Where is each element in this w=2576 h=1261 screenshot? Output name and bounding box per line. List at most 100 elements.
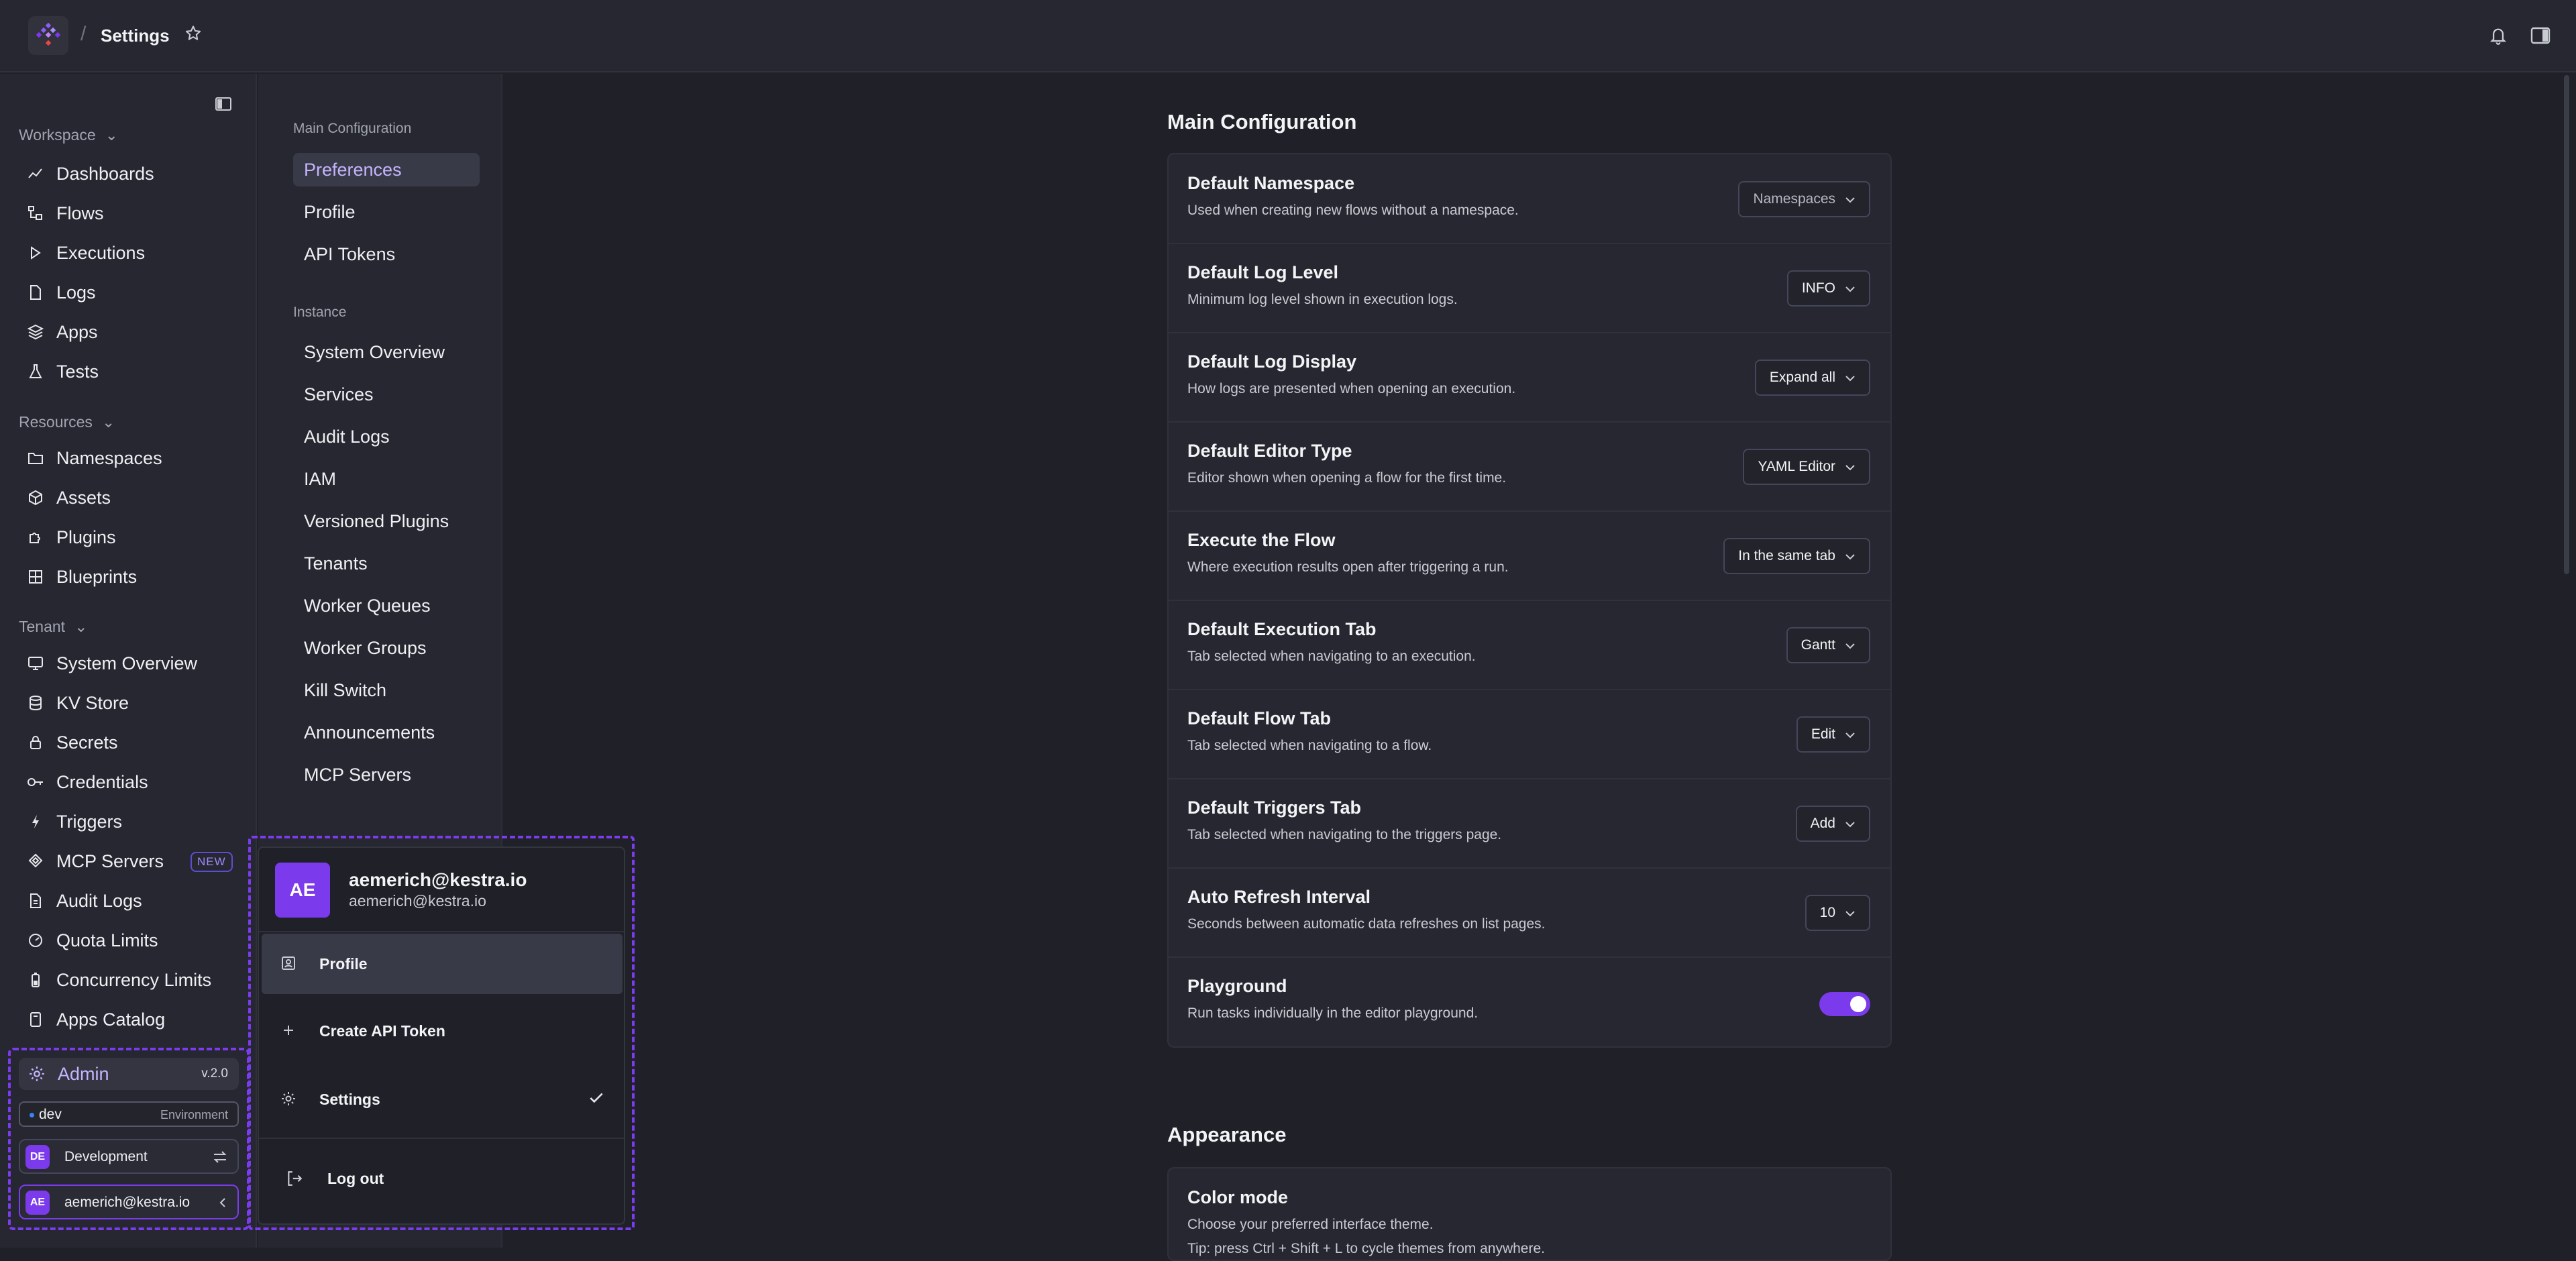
sidebar-item-assets[interactable]: Assets: [27, 482, 111, 513]
refresh-interval-select[interactable]: 10: [1805, 895, 1870, 931]
setting-title: Execute the Flow: [1187, 530, 1336, 550]
subnav-item-preferences[interactable]: Preferences: [293, 153, 480, 186]
subnav-item-worker-groups[interactable]: Worker Groups: [293, 631, 480, 665]
file-icon: [27, 892, 44, 910]
select-value: In the same tab: [1738, 548, 1835, 563]
select-value: Expand all: [1769, 370, 1835, 385]
section-title-main-configuration: Main Configuration: [1167, 110, 1357, 133]
subnav-item-profile[interactable]: Profile: [293, 195, 480, 229]
sidebar-item-label: Tests: [56, 361, 99, 382]
sidebar-item-apps-catalog[interactable]: Apps Catalog: [27, 1004, 165, 1035]
sidebar-item-quota-limits[interactable]: Quota Limits: [27, 925, 158, 956]
new-badge: NEW: [191, 852, 233, 872]
subnav-item-system-overview[interactable]: System Overview: [293, 335, 480, 369]
user-menu-button[interactable]: AE aemerich@kestra.io: [19, 1185, 239, 1219]
switch-arrows-icon: [213, 1151, 227, 1163]
flask-icon: [27, 363, 44, 380]
subnav-item-api-tokens[interactable]: API Tokens: [293, 237, 480, 271]
flow-tab-select[interactable]: Edit: [1796, 716, 1870, 753]
sidebar-item-triggers[interactable]: Triggers: [27, 806, 122, 837]
sidebar-item-label: Executions: [56, 242, 146, 263]
tenant-switcher[interactable]: DE Development: [19, 1139, 239, 1174]
kestra-logo[interactable]: [28, 16, 68, 55]
playground-toggle[interactable]: [1819, 992, 1870, 1016]
select-value: Edit: [1811, 726, 1835, 742]
execution-tab-select[interactable]: Gantt: [1786, 627, 1870, 663]
subnav-item-announcements[interactable]: Announcements: [293, 716, 480, 749]
sidebar-item-namespaces[interactable]: Namespaces: [27, 443, 162, 474]
sidebar-item-blueprints[interactable]: Blueprints: [27, 561, 137, 592]
top-bar: / Settings: [0, 0, 2576, 72]
panel-toggle-icon[interactable]: [2530, 27, 2551, 44]
subnav-item-tenants[interactable]: Tenants: [293, 547, 480, 580]
chevron-down-icon: [1845, 637, 1856, 653]
setting-description: Seconds between automatic data refreshes…: [1187, 916, 1546, 932]
subnav-item-worker-queues[interactable]: Worker Queues: [293, 589, 480, 622]
logo-icon: [36, 22, 61, 46]
page-title: Settings: [101, 25, 170, 46]
layers-icon: [27, 323, 44, 341]
environment-indicator[interactable]: dev Environment: [19, 1101, 239, 1127]
sidebar-item-plugins[interactable]: Plugins: [27, 522, 116, 553]
setting-title: Default Execution Tab: [1187, 619, 1377, 639]
sidebar-item-credentials[interactable]: Credentials: [27, 767, 148, 798]
sidebar-item-audit-logs[interactable]: Audit Logs: [27, 885, 142, 916]
sidebar-item-apps[interactable]: Apps: [27, 317, 98, 347]
sidebar-item-tests[interactable]: Tests: [27, 356, 99, 387]
subnav-item-services[interactable]: Services: [293, 378, 480, 411]
setting-description: Used when creating new flows without a n…: [1187, 203, 1519, 218]
sidebar-item-flows[interactable]: Flows: [27, 198, 104, 229]
tenant-section-toggle[interactable]: Tenant ⌄: [19, 618, 87, 636]
sidebar-collapse-icon[interactable]: [215, 97, 232, 111]
chevron-down-icon: [1845, 370, 1856, 386]
sidebar-item-label: KV Store: [56, 692, 129, 713]
workspace-section-toggle[interactable]: Workspace ⌄: [19, 126, 118, 144]
menu-item-create-api-token[interactable]: Create API Token: [262, 1001, 623, 1061]
namespace-select[interactable]: Namespaces: [1738, 181, 1870, 217]
subnav-section-instance: Instance: [293, 305, 347, 320]
sidebar-item-kv-store[interactable]: KV Store: [27, 688, 129, 718]
sidebar-item-dashboards[interactable]: Dashboards: [27, 158, 154, 189]
subnav-item-versioned-plugins[interactable]: Versioned Plugins: [293, 504, 480, 538]
chevron-down-icon: [1845, 191, 1856, 207]
sidebar-item-secrets[interactable]: Secrets: [27, 727, 118, 758]
star-icon[interactable]: [184, 24, 203, 43]
sidebar-item-mcp-servers[interactable]: MCP Servers: [27, 846, 164, 877]
execute-flow-select[interactable]: In the same tab: [1723, 538, 1870, 574]
folder-icon: [27, 449, 44, 467]
subnav-item-audit-logs[interactable]: Audit Logs: [293, 420, 480, 453]
menu-item-profile[interactable]: Profile: [262, 934, 623, 994]
check-icon: [590, 1093, 603, 1103]
setting-description: How logs are presented when opening an e…: [1187, 381, 1516, 396]
log-level-select[interactable]: INFO: [1786, 270, 1870, 307]
gear-icon: [30, 1066, 44, 1081]
subnav-section-main: Main Configuration: [293, 121, 412, 136]
section-title-appearance: Appearance: [1167, 1123, 1287, 1146]
sidebar-item-system-overview[interactable]: System Overview: [27, 648, 197, 679]
bolt-icon: [27, 813, 44, 830]
editor-type-select[interactable]: YAML Editor: [1743, 449, 1870, 485]
sidebar-item-concurrency-limits[interactable]: Concurrency Limits: [27, 965, 211, 995]
log-display-select[interactable]: Expand all: [1754, 360, 1870, 396]
subnav-item-iam[interactable]: IAM: [293, 462, 480, 496]
sidebar-item-executions[interactable]: Executions: [27, 237, 145, 268]
admin-button[interactable]: Admin v.2.0: [19, 1058, 239, 1090]
setting-default-namespace: Default Namespace Used when creating new…: [1169, 154, 1890, 244]
tenant-avatar: DE: [25, 1145, 50, 1169]
sidebar-item-logs[interactable]: Logs: [27, 277, 96, 308]
setting-description: Run tasks individually in the editor pla…: [1187, 1005, 1479, 1021]
subnav-item-mcp-servers[interactable]: MCP Servers: [293, 758, 480, 791]
divider: [259, 1138, 624, 1139]
main-scrollbar[interactable]: [2564, 75, 2569, 574]
user-avatar: AE: [25, 1191, 50, 1215]
mcp-icon: [27, 853, 44, 870]
resources-section-label: Resources: [19, 413, 93, 431]
menu-item-settings[interactable]: Settings: [262, 1069, 623, 1130]
battery-icon: [27, 971, 44, 989]
setting-title: Color mode: [1187, 1187, 1289, 1207]
menu-item-log-out[interactable]: Log out: [262, 1148, 623, 1209]
bell-icon[interactable]: [2489, 25, 2508, 46]
resources-section-toggle[interactable]: Resources ⌄: [19, 413, 115, 431]
subnav-item-kill-switch[interactable]: Kill Switch: [293, 673, 480, 707]
triggers-tab-select[interactable]: Add: [1795, 806, 1870, 842]
